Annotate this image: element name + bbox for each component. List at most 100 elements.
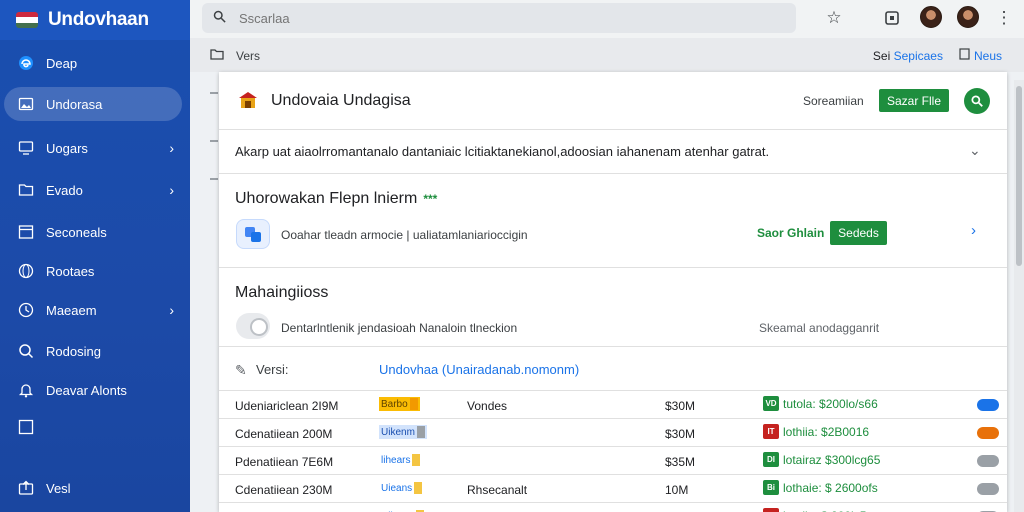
sidebar-item-label: Evado [46, 182, 83, 198]
status-text: tutola: $200lo/s66 [783, 396, 878, 411]
sidebar-item[interactable]: Rodosing [4, 334, 182, 368]
bell-icon [18, 382, 34, 398]
brand: Undovhaan [0, 0, 190, 40]
folder-icon[interactable] [210, 48, 224, 63]
search-input[interactable] [239, 10, 779, 26]
divider [219, 173, 1007, 174]
sidebar-item[interactable]: Evado › [4, 173, 182, 207]
sidebar-item[interactable] [4, 410, 182, 444]
tag-swatch [409, 398, 418, 410]
row-tag[interactable]: lihears [379, 453, 422, 467]
monitor-icon [18, 140, 34, 156]
row-toggle[interactable] [977, 427, 999, 439]
card-title: Undovaia Undagisa [271, 92, 411, 109]
table-row[interactable]: Cdenatiiean 230M Uieans Rhsecanalt 10M Bi lot… [219, 474, 1007, 502]
row-status: Bi lothaie: $ 2600ofs [763, 480, 878, 495]
sidebar-item[interactable]: Undorasa [4, 87, 182, 121]
row-tag[interactable]: Uieans [379, 481, 424, 495]
square-icon [18, 419, 34, 435]
row-type: Vondes [467, 399, 508, 413]
sidebar-item-label: Maeaem [46, 302, 97, 318]
sub-bar: Vers Sei Sepicaes Neus [190, 38, 1024, 72]
image-icon [18, 96, 34, 112]
table-row[interactable]: Cdenatiiean 200M Uikenm $30M IT lothiia: $2B… [219, 418, 1007, 446]
pencil-icon[interactable]: ✎ [235, 362, 247, 379]
avatar[interactable] [920, 6, 942, 28]
feature-link[interactable]: Saor Ghlain [757, 226, 824, 240]
feature-section-title: Uhorowakan Flepn lnierm *** [235, 190, 437, 208]
sidebar-item-label: Deavar Alonts [46, 382, 127, 398]
divider [219, 346, 1007, 347]
tag-swatch [414, 482, 423, 494]
row-amount: 10M [665, 483, 689, 497]
table-row[interactable]: Pdenatiiean 180MUlieans$30MITlotuiia: $ … [219, 502, 1007, 512]
row-tag[interactable]: Barbo [379, 397, 420, 411]
toggle-switch[interactable] [236, 313, 270, 339]
status-badge: IT [763, 508, 779, 512]
sidebar-item[interactable]: Uogars › [4, 131, 182, 165]
breadcrumb[interactable]: Vers [236, 49, 260, 63]
sidebar: Undovhaan Deap Undorasa Uogars › Evado › Secon… [0, 0, 190, 512]
chevron-right-icon: › [169, 182, 174, 198]
row-toggle[interactable] [977, 455, 999, 467]
status-text: lothaie: $ 2600ofs [783, 480, 878, 495]
search-button[interactable] [964, 88, 990, 114]
row-tag-label: Uieans [381, 482, 413, 494]
feature-text: Ooahar tleadn armocie | ualiatamlaniario… [281, 228, 528, 242]
status-badge: VD [763, 396, 779, 411]
chevron-down-icon[interactable]: ⌄ [969, 142, 981, 159]
save-file-button[interactable]: Sazar Flle [879, 89, 950, 112]
sidebar-item[interactable]: Deap [4, 46, 182, 80]
toggle-right-text: Skeamal anodagganrit [759, 321, 880, 335]
row-tag[interactable]: Uikenm [379, 425, 427, 439]
clock-icon [18, 302, 34, 318]
sidebar-item-label: Rootaes [46, 263, 95, 279]
version-link[interactable]: Undovhaa (Unairadanab.nomonm) [379, 362, 579, 377]
search-icon [18, 343, 34, 359]
notice-text: Akarp uat aiaolrromantanalo dantaniaic l… [235, 144, 770, 159]
search-box[interactable] [202, 3, 796, 33]
status-badge: DI [763, 452, 779, 467]
row-amount: $35M [665, 455, 696, 469]
toggle-text: Dentarlntlenik jendasioah Nanaloin tlnec… [281, 321, 518, 335]
extensions-icon[interactable] [880, 6, 904, 30]
sidebar-item[interactable]: Maeaem › [4, 293, 182, 327]
head-link[interactable]: Soreamiian [803, 94, 864, 108]
sidebar-item[interactable]: Rootaes [4, 254, 182, 288]
chevron-right-icon: › [169, 140, 174, 156]
sidebar-item-label: Uogars [46, 140, 88, 156]
row-toggle[interactable] [977, 399, 999, 411]
bg-line [210, 140, 218, 142]
flag-icon [16, 12, 38, 28]
chevron-right-icon[interactable]: › [971, 222, 976, 239]
row-tag-label: Uikenm [381, 426, 415, 438]
feature-accent: *** [423, 192, 438, 206]
row-amount: $30M [665, 427, 696, 441]
row-name: Udeniariclean 2I9M [235, 399, 339, 413]
toggle-section-title: Mahaingiioss [235, 284, 329, 301]
row-name: Cdenatiiean 200M [235, 427, 333, 441]
status-badge: IT [763, 424, 779, 439]
avatar[interactable] [957, 6, 979, 28]
app-logo-icon [239, 92, 257, 108]
sidebar-item-label: Rodosing [46, 343, 101, 359]
sidebar-item[interactable]: Deavar Alonts [4, 373, 182, 407]
scrollbar-thumb[interactable] [1016, 86, 1022, 266]
news-link[interactable]: Neus [974, 49, 1002, 63]
card-header: Undovaia Undagisa Soreamiian Sazar Flle [219, 72, 1007, 130]
row-toggle[interactable] [977, 483, 999, 495]
row-tag-label: lihears [381, 454, 411, 466]
sidebar-item[interactable]: Vesl [4, 471, 182, 505]
row-name: Pdenatiiean 7E6M [235, 455, 334, 469]
star-icon[interactable]: ☆ [822, 6, 846, 30]
table-row[interactable]: Udeniariclean 2I9M Barbo Vondes $30M VD tutol… [219, 390, 1007, 418]
version-label: Versi: [256, 362, 289, 377]
brand-title: Undovhaan [48, 9, 149, 30]
more-vert-icon[interactable]: ⋮ [992, 6, 1016, 30]
table-row[interactable]: Pdenatiiean 7E6M lihears $35M DI lotairaz $3… [219, 446, 1007, 474]
sub-link[interactable]: Sepicaes [894, 49, 943, 63]
row-status: DI lotairaz $300lcg65 [763, 452, 880, 467]
row-tag-label: Barbo [381, 398, 408, 410]
sidebar-item[interactable]: Seconeals [4, 215, 182, 249]
feature-button[interactable]: Sededs [830, 221, 887, 245]
